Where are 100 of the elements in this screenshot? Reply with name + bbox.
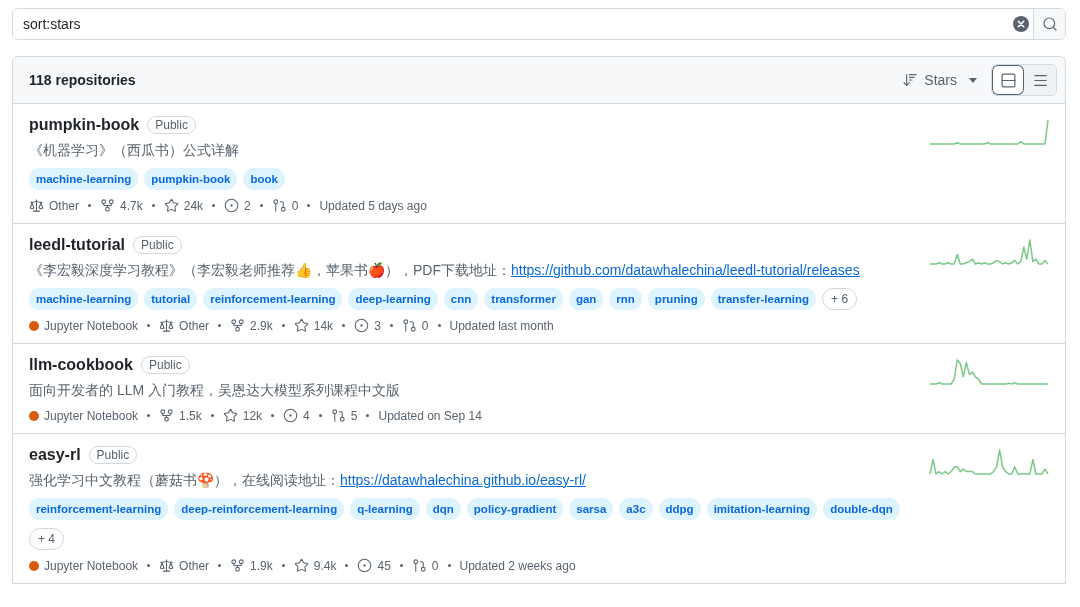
separator-dot [307,204,311,207]
search-icon [1041,16,1058,32]
topic-tag[interactable]: machine-learning [29,168,139,190]
topic-tag[interactable]: dqn [425,498,461,520]
fork-icon [230,558,246,573]
topic-tag[interactable]: gan [568,288,604,310]
sort-button[interactable]: Stars [898,68,981,92]
scale-icon [159,318,175,333]
separator-dot [447,564,451,567]
topic-tag[interactable]: machine-learning [29,288,139,310]
repository-link[interactable]: easy-rl [29,446,81,464]
issue-icon [354,318,370,333]
meta-text: 4 [303,408,310,423]
pull-request-icon [330,408,346,423]
topic-tag[interactable]: deep-learning [348,288,438,310]
meta-text: 0 [421,318,429,333]
topic-tag[interactable]: double-dqn [823,498,900,520]
meta-text: Other [179,318,210,333]
topic-tag[interactable]: pumpkin-book [144,168,238,190]
topic-tag[interactable]: rnn [609,288,642,310]
more-topics-button[interactable]: + 6 [822,288,858,310]
pull-request-icon [271,198,287,213]
meta-text: 5 [350,408,358,423]
meta-text: 14k [313,318,334,333]
view-toggle-button[interactable] [1024,65,1056,95]
updated-time: Updated 2 weeks ago [459,558,576,573]
meta-text: 1.5k [179,408,202,423]
star-icon [293,318,309,333]
repository-description: 《机器学习》（西瓜书）公式详解 [29,142,240,160]
topic-tag[interactable]: cnn [443,288,479,310]
star-icon [222,408,238,423]
star-icon [163,198,179,213]
separator-dot [147,564,151,567]
meta-text: 12k [242,408,263,423]
topic-tag[interactable]: reinforcement-learning [203,288,343,310]
separator-dot [218,324,222,327]
separator-dot [88,204,91,207]
view-toggle-button[interactable] [992,65,1024,95]
separator-dot [366,414,370,417]
meta-text: 4.7k [120,198,143,213]
topic-tag[interactable]: transformer [484,288,563,310]
caret-icon [969,77,977,83]
topic-tag[interactable]: pruning [647,288,705,310]
topic-tag[interactable]: imitation-learning [706,498,818,520]
meta-text: 2 [244,198,251,213]
topic-tag[interactable]: deep-reinforcement-learning [174,498,345,520]
separator-dot [345,564,349,567]
scale-icon [29,198,44,213]
issue-icon [224,198,240,213]
separator-dot [281,564,285,567]
separator-dot [210,414,214,417]
result-count: 118 repositories [29,72,137,88]
meta-text: 3 [374,318,381,333]
repository-link[interactable]: leedl-tutorial [29,236,125,254]
more-topics-button[interactable]: + 4 [29,528,64,550]
meta-text: 45 [377,558,391,573]
separator-dot [437,324,441,327]
meta-text: Other [49,198,79,213]
separator-dot [151,204,155,207]
separator-dot [212,204,216,207]
description-link[interactable]: https://datawhalechina.github.io/easy-rl/ [340,472,586,488]
topic-tag[interactable]: transfer-learning [710,288,817,310]
pull-request-icon [401,318,417,333]
meta-text: 2.9k [250,318,273,333]
meta-text: Jupyter Notebook [44,318,139,333]
issue-icon [283,408,299,423]
topic-tag[interactable]: tutorial [144,288,198,310]
separator-dot [318,414,322,417]
repository-link[interactable]: llm-cookbook [29,356,133,374]
repository-description: 强化学习中文教程（蘑菇书🍄），在线阅读地址：https://datawhalechina.github.io/easy-rl/ [29,472,587,490]
topic-tag[interactable]: policy-gradient [466,498,564,520]
clear-icon [1013,16,1029,32]
separator-dot [342,324,346,327]
topic-tag[interactable]: reinforcement-learning [29,498,169,520]
updated-time: Updated last month [449,318,554,333]
topic-tag[interactable]: a3c [619,498,653,520]
meta-text: 9.4k [313,558,337,573]
separator-dot [389,324,393,327]
separator-dot [218,564,222,567]
separator-dot [147,324,151,327]
meta-text: 0 [291,198,299,213]
meta-text: Jupyter Notebook [44,558,139,573]
repository-link[interactable]: pumpkin-book [29,116,140,134]
separator-dot [399,564,403,567]
topic-tag[interactable]: book [243,168,285,190]
fork-icon [159,408,175,423]
topic-tag[interactable]: ddpg [658,498,701,520]
search-button[interactable] [1033,9,1065,39]
repository-description: 《李宏毅深度学习教程》（李宏毅老师推荐👍，苹果书🍎），PDF下载地址：https://github.com/datawhalechina/leedl-tutorial/releases [29,262,861,280]
cards-view-icon [999,71,1017,89]
topic-tag[interactable]: sarsa [569,498,614,520]
description-link[interactable]: https://github.com/datawhalechina/leedl-tutorial/releases [511,262,860,278]
separator-dot [259,204,263,207]
meta-text: 24k [183,198,204,213]
separator-dot [147,414,151,417]
fork-icon [100,198,115,213]
fork-icon [230,318,246,333]
topic-tag[interactable]: q-learning [350,498,420,520]
separator-dot [281,324,285,327]
updated-time: Updated 5 days ago [319,198,427,213]
